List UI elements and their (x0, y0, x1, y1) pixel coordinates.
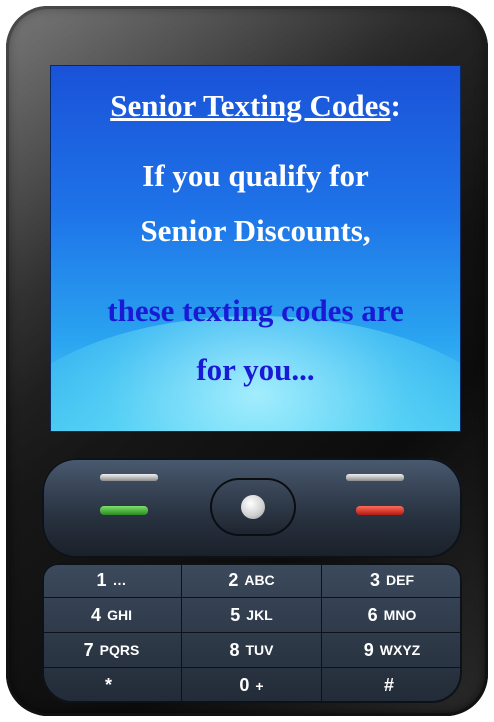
key-8-number: 8 (229, 639, 240, 660)
key-5-letters: JKL (246, 607, 273, 623)
key-3-letters: DEF (386, 572, 414, 588)
key-8[interactable]: 8 TUV (182, 633, 322, 668)
key-1-number: 1 (96, 569, 107, 590)
select-button[interactable] (241, 495, 265, 519)
key-0-number: 0 (239, 675, 250, 695)
call-button[interactable] (100, 506, 148, 515)
key-2[interactable]: 2 ABC (182, 563, 322, 598)
screen-line-4: for you... (196, 352, 315, 387)
key-1-letters: … (112, 572, 127, 588)
key-5[interactable]: 5 JKL (182, 598, 322, 633)
key-8-letters: TUV (245, 642, 274, 658)
screen-title: Senior Texting Codes: (51, 88, 460, 124)
key-hash-symbol: # (383, 675, 394, 695)
key-star[interactable]: * (42, 668, 182, 703)
key-star-symbol: * (104, 675, 112, 695)
key-2-letters: ABC (244, 572, 275, 588)
navigation-pad (42, 458, 462, 558)
title-colon: : (390, 88, 401, 123)
key-0-letters: + (255, 677, 264, 694)
key-7-letters: PQRS (99, 642, 140, 658)
key-4-letters: GHI (107, 607, 132, 623)
key-6-number: 6 (367, 604, 378, 625)
key-6[interactable]: 6 MNO (322, 598, 462, 633)
screen-line-1: If you qualify for (142, 158, 369, 193)
key-0[interactable]: 0 + (182, 668, 322, 703)
screen-line-3: these texting codes are (107, 293, 404, 328)
key-2-number: 2 (228, 569, 239, 590)
key-4-number: 4 (91, 604, 102, 625)
end-call-button[interactable] (356, 506, 404, 515)
key-9-letters: WXYZ (379, 642, 421, 658)
key-3[interactable]: 3 DEF (322, 563, 462, 598)
key-1[interactable]: 1… (42, 563, 182, 598)
title-text: Senior Texting Codes (110, 88, 391, 123)
keypad: 1… 2 ABC 3 DEF 4 GHI 5 JKL 6 MNO 7 PQRS 8 TUV 9… (42, 563, 462, 703)
key-hash[interactable]: # (322, 668, 462, 703)
key-9-number: 9 (363, 639, 374, 660)
key-4[interactable]: 4 GHI (42, 598, 182, 633)
right-softkey[interactable] (346, 474, 404, 481)
key-6-letters: MNO (383, 607, 417, 623)
key-7[interactable]: 7 PQRS (42, 633, 182, 668)
phone-screen: Senior Texting Codes: If you qualify for… (50, 65, 461, 432)
key-3-number: 3 (369, 569, 380, 590)
left-softkey[interactable] (100, 474, 158, 481)
center-navigation[interactable] (210, 478, 296, 536)
key-7-number: 7 (83, 639, 94, 660)
key-9[interactable]: 9 WXYZ (322, 633, 462, 668)
screen-line-2: Senior Discounts, (140, 213, 371, 248)
key-5-number: 5 (230, 604, 241, 625)
